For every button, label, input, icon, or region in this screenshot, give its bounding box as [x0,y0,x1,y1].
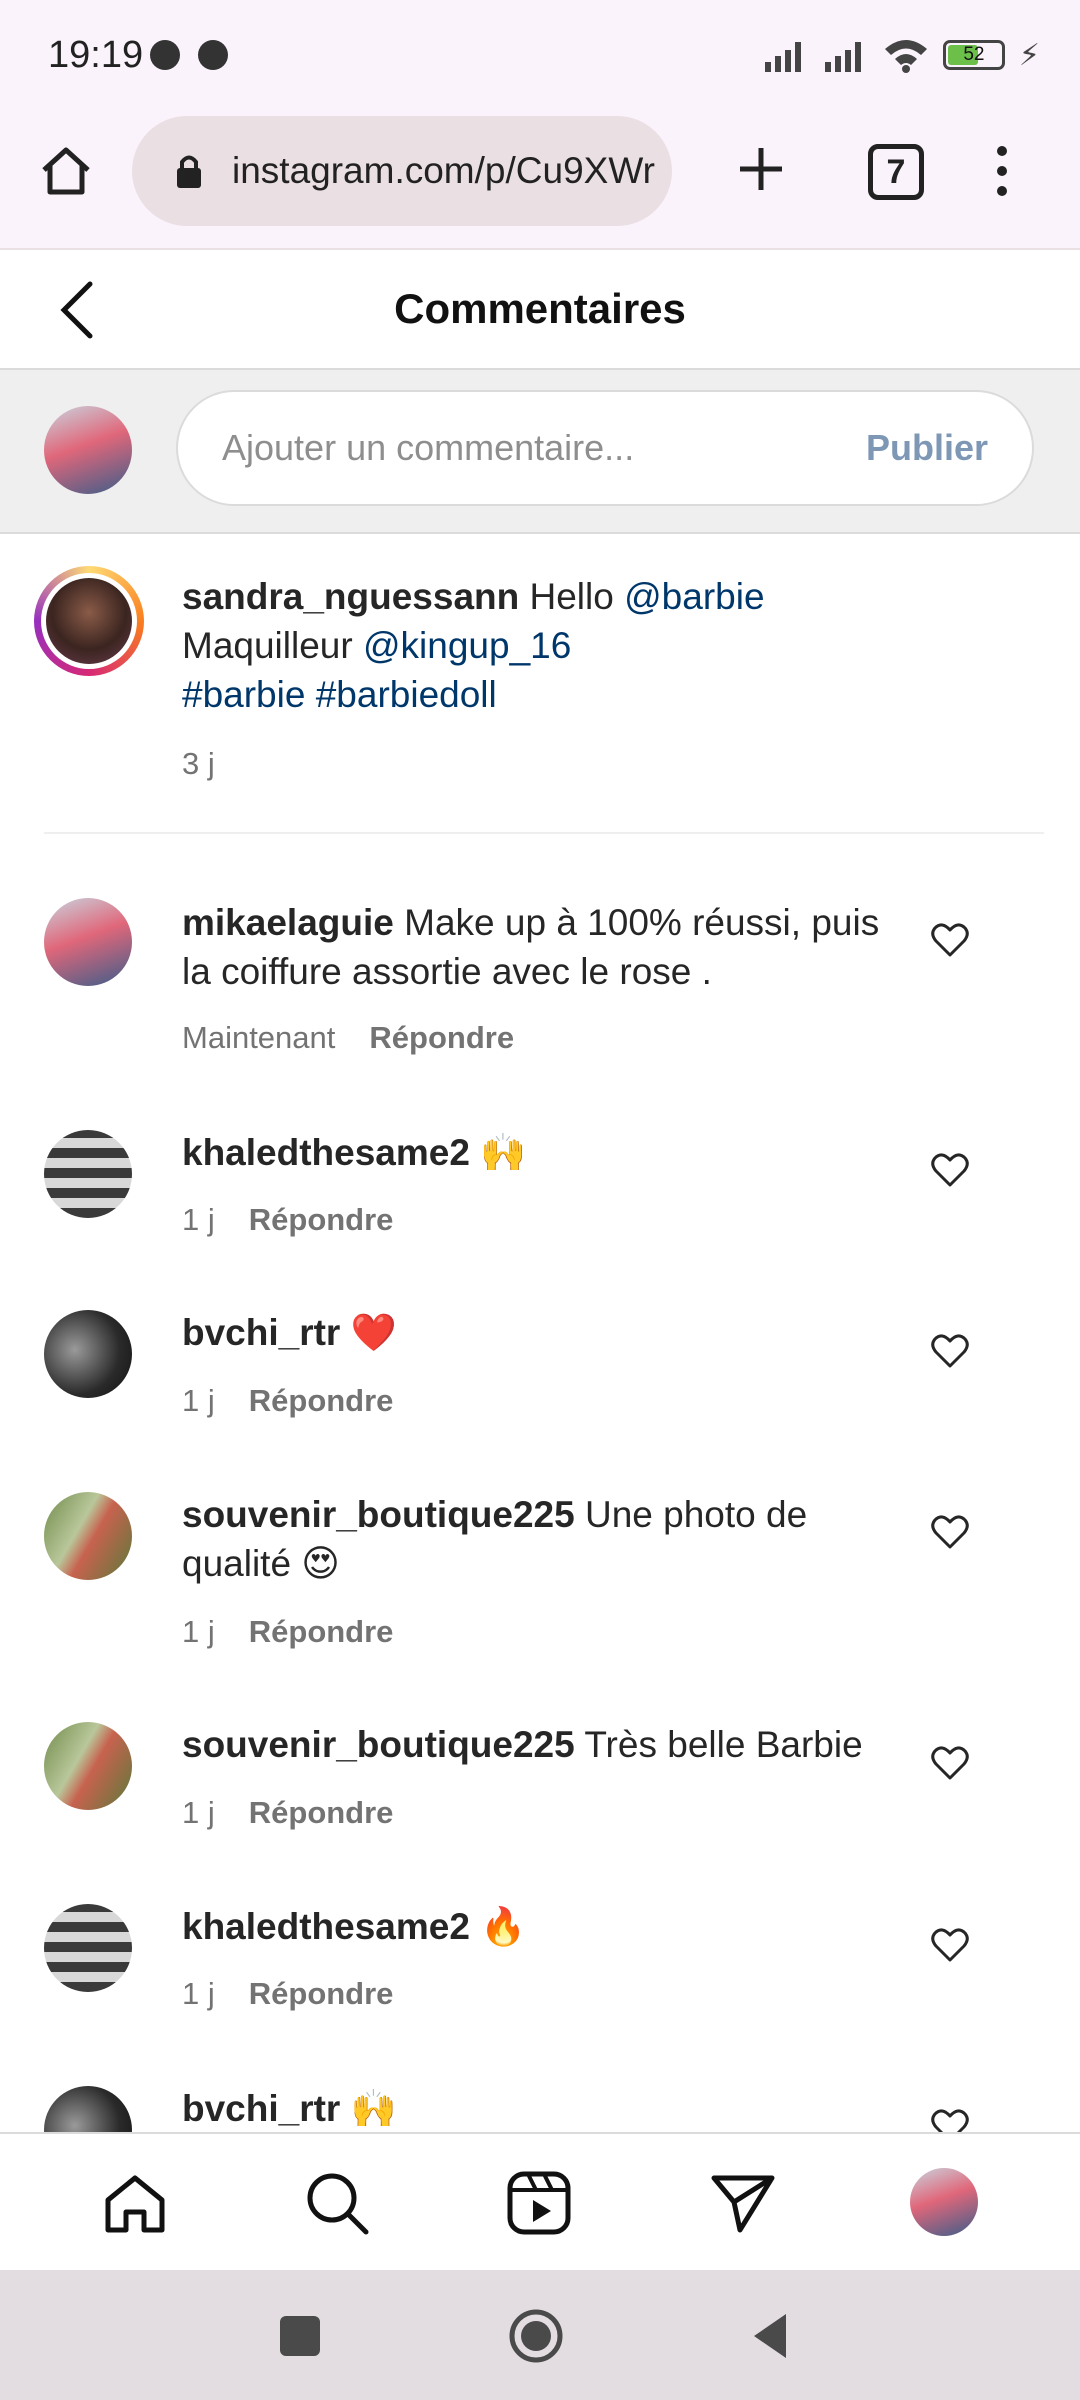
comment-time: 1 j [182,1202,215,1237]
back-triangle-icon[interactable] [750,2312,790,2360]
avatar[interactable] [44,1130,132,1218]
direct-message-icon[interactable] [710,2172,776,2234]
comment-username[interactable]: souvenir_boutique225 [182,1494,575,1535]
caption-hashtag[interactable]: #barbie [182,674,305,715]
avatar [44,406,132,494]
more-menu-icon[interactable] [990,144,1014,198]
messenger-icon [198,40,228,70]
story-ring[interactable] [34,566,144,676]
caption-text: Hello [519,576,625,617]
avatar[interactable] [44,1904,132,1992]
bottom-nav [0,2132,1080,2272]
comment-username[interactable]: khaledthesame2 [182,1132,470,1173]
chrome-icon [150,40,180,70]
comment-input[interactable]: Ajouter un commentaire... Publier [176,390,1034,506]
heart-icon[interactable] [930,1331,970,1371]
new-tab-icon[interactable] [736,144,786,194]
comment-username[interactable]: mikaelaguie [182,902,394,943]
comment-time: 1 j [182,1383,215,1418]
status-bar: 19:19 52 ⚡ [0,0,1080,110]
caption-mention[interactable]: @kingup_16 [363,625,571,666]
comment-body: ❤️ [340,1312,397,1353]
comment-time: 1 j [182,1976,215,2011]
home-icon[interactable] [38,144,94,198]
comment-time: 1 j [182,1795,215,1830]
avatar[interactable] [44,1722,132,1810]
page-title: Commentaires [394,285,686,332]
wifi-icon [884,40,927,73]
comment-text: souvenir_boutique225 Une photo de qualit… [182,1490,902,1588]
recents-icon[interactable] [280,2316,320,2356]
signal-icon [764,42,801,72]
caption-timestamp: 3 j [182,746,215,781]
add-comment-bar: Ajouter un commentaire... Publier [0,370,1080,534]
heart-icon[interactable] [930,920,970,960]
signal-icon-2 [824,42,861,72]
status-time: 19:19 [48,34,144,76]
comment-text: bvchi_rtr 🙌 [182,2084,902,2133]
comment-meta: 1 j Répondre [182,1795,393,1831]
comment-username[interactable]: khaledthesame2 [182,1906,470,1947]
comment-body: 🔥 [469,1906,527,1947]
comment-meta: 1 j Répondre [182,1202,393,1238]
comment-placeholder: Ajouter un commentaire... [222,427,635,468]
avatar[interactable] [44,1492,132,1580]
divider [44,832,1044,834]
reply-button[interactable]: Répondre [249,1202,394,1238]
comment-text: mikaelaguie Make up à 100% réussi, puis … [182,898,902,996]
comment-username[interactable]: souvenir_boutique225 [182,1724,575,1765]
tab-switcher-button[interactable]: 7 [868,144,924,200]
status-icons: 52 ⚡ [763,30,1040,80]
reply-button[interactable]: Répondre [249,1795,394,1831]
battery-level: 52 [963,44,985,65]
comment-meta: 1 j Répondre [182,1976,393,2012]
caption-text: Maquilleur [182,625,363,666]
heart-icon[interactable] [930,1743,970,1783]
comment-meta: Maintenant Répondre [182,1020,514,1056]
heart-icon[interactable] [930,1150,970,1190]
avatar[interactable] [44,898,132,986]
heart-icon[interactable] [930,1925,970,1965]
comment-text: bvchi_rtr ❤️ [182,1308,902,1357]
comment-text: souvenir_boutique225 Très belle Barbie [182,1720,902,1769]
caption-hashtag[interactable]: #barbiedoll [316,674,497,715]
url-text: instagram.com/p/Cu9XWr [232,150,655,191]
comment-username[interactable]: bvchi_rtr [182,1312,340,1353]
publish-button[interactable]: Publier [866,392,988,504]
battery-icon: 52 [942,40,1005,70]
reply-button[interactable]: Répondre [369,1020,514,1056]
comment-body: 🙌 [340,2088,397,2129]
comment-body: 🙌 [469,1132,527,1173]
system-nav-bar [0,2270,1080,2400]
reply-button[interactable]: Répondre [249,1614,394,1650]
search-icon[interactable] [304,2170,370,2236]
avatar[interactable] [44,1310,132,1398]
lock-icon [177,155,201,188]
avatar [46,578,132,664]
caption-mention[interactable]: @barbie [624,576,764,617]
comments-header: Commentaires [0,250,1080,370]
post-caption: sandra_nguessann Hello @barbie Maquilleu… [182,572,1002,719]
home-circle-icon[interactable] [506,2306,566,2366]
comment-text: khaledthesame2 🔥 [182,1902,902,1951]
charging-icon: ⚡ [1018,38,1040,72]
reply-button[interactable]: Répondre [249,1976,394,2012]
comment-body: Très belle Barbie [574,1724,863,1765]
browser-toolbar: instagram.com/p/Cu9XWr 7 [0,110,1080,250]
comment-meta: 1 j Répondre [182,1614,393,1650]
comment-text: khaledthesame2 🙌 [182,1128,902,1177]
comment-time: Maintenant [182,1020,336,1055]
reels-icon[interactable] [506,2170,572,2236]
url-bar[interactable]: instagram.com/p/Cu9XWr [132,116,672,226]
profile-avatar[interactable] [910,2168,978,2236]
reply-button[interactable]: Répondre [249,1383,394,1419]
home-icon[interactable] [102,2172,168,2236]
comment-username[interactable]: bvchi_rtr [182,2088,340,2129]
caption-username[interactable]: sandra_nguessann [182,576,519,617]
comment-time: 1 j [182,1614,215,1649]
heart-icon[interactable] [930,1512,970,1552]
comment-meta: 1 j Répondre [182,1383,393,1419]
